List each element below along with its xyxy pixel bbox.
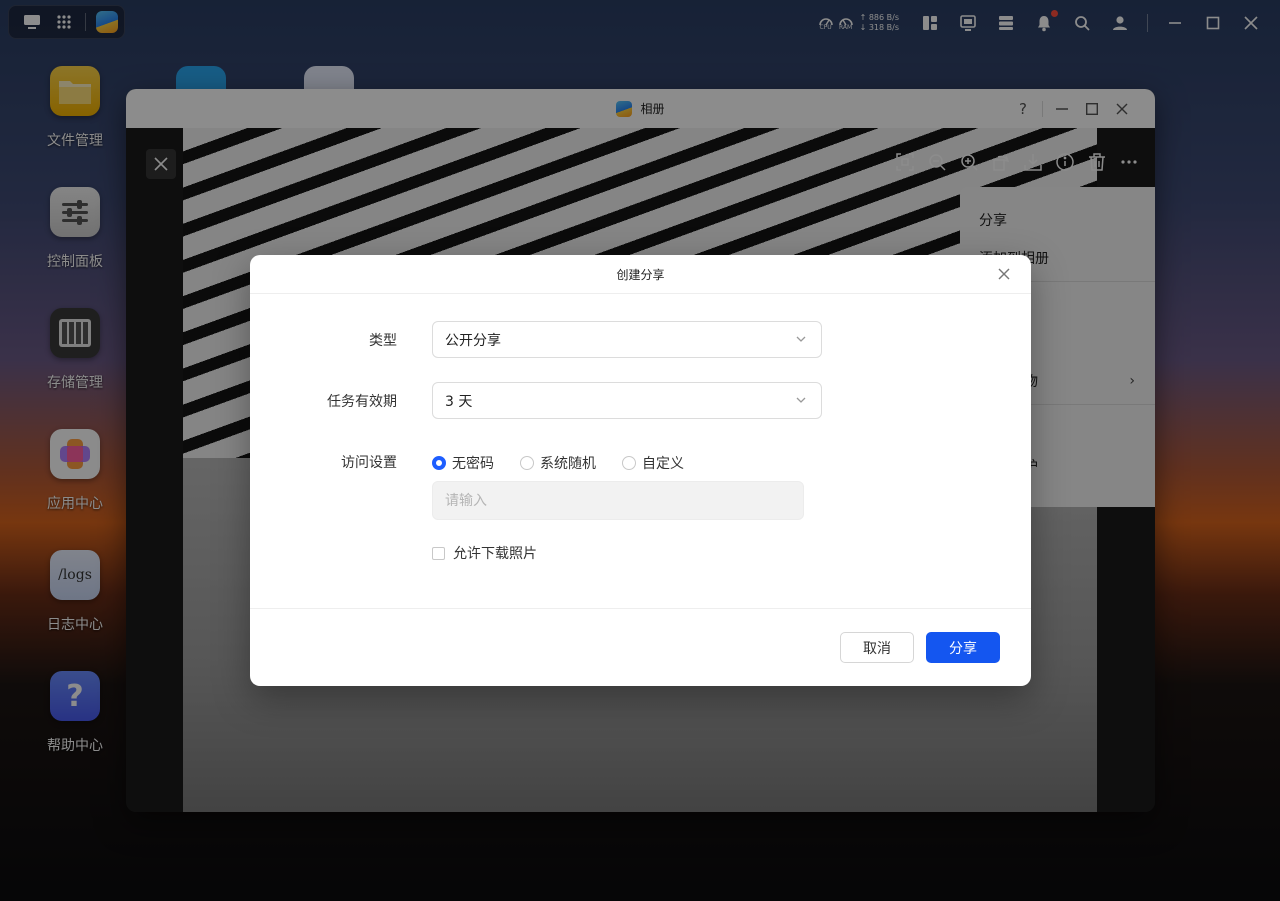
- create-share-dialog: 创建分享 类型 公开分享 任务有效期 3 天 访问设置 无密码 系统随机 自定义…: [250, 255, 1031, 686]
- share-button[interactable]: 分享: [926, 632, 1000, 663]
- type-select-value: 公开分享: [445, 332, 501, 349]
- expiry-label: 任务有效期: [327, 394, 397, 410]
- radio-label: 无密码: [452, 456, 494, 472]
- dialog-header: 创建分享: [250, 255, 1031, 294]
- dialog-footer-divider: [250, 608, 1031, 609]
- radio-system-random[interactable]: 系统随机: [520, 453, 596, 473]
- password-input[interactable]: [432, 481, 804, 520]
- radio-custom[interactable]: 自定义: [622, 453, 684, 473]
- chevron-down-icon: [795, 394, 807, 410]
- dialog-title: 创建分享: [616, 267, 665, 282]
- chevron-down-icon: [795, 333, 807, 349]
- radio-label: 系统随机: [540, 456, 596, 472]
- close-icon: [998, 268, 1010, 280]
- type-label: 类型: [369, 333, 397, 349]
- radio-indicator: [520, 456, 534, 470]
- checkbox-box: [432, 546, 445, 560]
- radio-indicator: [622, 456, 636, 470]
- allow-download-label: 允许下载照片: [453, 546, 537, 562]
- type-select[interactable]: 公开分享: [432, 321, 822, 358]
- cancel-button[interactable]: 取消: [840, 632, 914, 663]
- radio-no-password[interactable]: 无密码: [432, 453, 494, 473]
- access-radio-group: 无密码 系统随机 自定义: [432, 453, 710, 473]
- expiry-select-value: 3 天: [445, 393, 473, 410]
- radio-indicator: [432, 456, 446, 470]
- expiry-select[interactable]: 3 天: [432, 382, 822, 419]
- allow-download-checkbox[interactable]: 允许下载照片: [432, 543, 537, 563]
- dialog-close-button[interactable]: [995, 265, 1013, 283]
- radio-label: 自定义: [642, 456, 684, 472]
- access-label: 访问设置: [341, 455, 397, 471]
